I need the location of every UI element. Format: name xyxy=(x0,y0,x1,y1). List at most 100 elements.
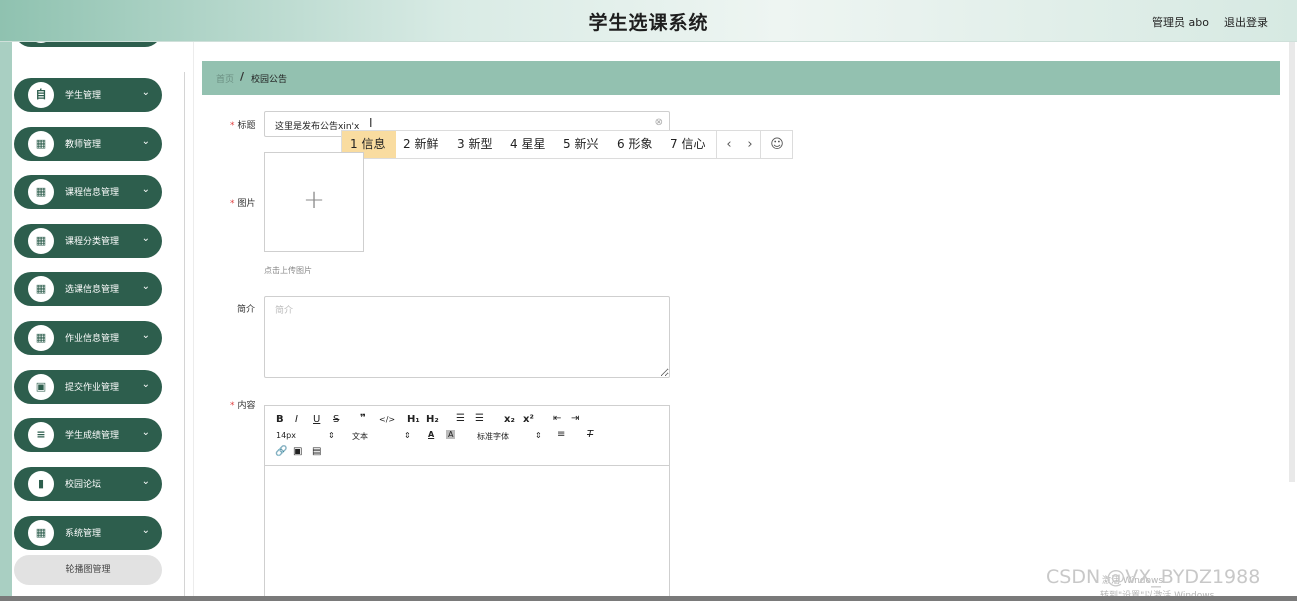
link-icon[interactable]: 🔗 xyxy=(275,446,287,457)
ime-candidate[interactable]: 5 新兴 xyxy=(563,131,598,158)
chevron-down-icon: ⌄ xyxy=(141,379,150,390)
bottom-bar xyxy=(0,596,1297,601)
content-label-text: 内容 xyxy=(237,401,256,411)
breadcrumb-current: 校园公告 xyxy=(251,75,288,85)
clear-icon[interactable]: ⊗ xyxy=(655,117,663,128)
underline-icon[interactable]: U xyxy=(313,414,320,425)
grid-icon: ▦ xyxy=(28,276,54,302)
plus-icon: + xyxy=(303,185,325,215)
font-family-chevron-icon[interactable]: ⇕ xyxy=(535,431,542,440)
chart-icon: ▣ xyxy=(28,374,54,400)
ime-prev-icon[interactable]: ‹ xyxy=(718,131,740,158)
sidebar-item[interactable]: ▦ 教师管理 ⌄ xyxy=(14,127,162,161)
sidebar-item-label: 校园论坛 xyxy=(65,480,102,490)
chevron-down-icon: ⌄ xyxy=(141,427,150,438)
font-size-chevron-icon[interactable]: ⇕ xyxy=(328,431,335,440)
editor-toolbar: B I U S ❞ </> H₁ H₂ ☰ ☰ x₂ x² ⇤ ⇥ 14px ⇕… xyxy=(265,406,669,466)
ime-next-icon[interactable]: › xyxy=(740,131,760,158)
text-type-chevron-icon[interactable]: ⇕ xyxy=(404,431,411,440)
sidebar-decor-strip xyxy=(0,42,12,601)
sidebar-subitem-carousel[interactable]: 轮播图管理 xyxy=(14,555,162,585)
bar-chart-icon: ▮ xyxy=(28,471,54,497)
user-icon: ● xyxy=(28,42,54,43)
clear-format-icon[interactable]: T xyxy=(587,429,593,440)
breadcrumb-home[interactable]: 首页 xyxy=(216,72,234,85)
editor-content-area[interactable] xyxy=(265,467,669,600)
required-mark: * xyxy=(230,199,235,209)
upload-hint: 点击上传图片 xyxy=(264,266,312,275)
breadcrumb-separator: / xyxy=(240,70,245,83)
chevron-down-icon: ⌄ xyxy=(141,281,150,292)
sidebar-item[interactable]: ▦ 课程信息管理 ⌄ xyxy=(14,175,162,209)
video-icon[interactable]: ▤ xyxy=(312,446,321,457)
chevron-down-icon: ⌄ xyxy=(141,476,150,487)
sidebar-item[interactable]: ▦ 课程分类管理 ⌄ xyxy=(14,224,162,258)
italic-icon[interactable]: I xyxy=(295,414,298,425)
image-upload-box[interactable]: + xyxy=(264,152,364,252)
chevron-down-icon: ⌄ xyxy=(141,184,150,195)
subscript-icon[interactable]: x₂ xyxy=(504,414,515,425)
sidebar-item-label: 课程分类管理 xyxy=(65,237,120,247)
content-divider xyxy=(193,42,194,601)
chevron-down-icon: ⌄ xyxy=(141,87,150,98)
quote-icon[interactable]: ❞ xyxy=(360,413,366,424)
ime-divider xyxy=(716,131,717,158)
heading2-icon[interactable]: H₂ xyxy=(426,414,439,425)
sidebar-scrollbar[interactable] xyxy=(184,72,185,601)
grid-icon: ▦ xyxy=(28,131,54,157)
ime-candidate[interactable]: 4 星星 xyxy=(510,131,545,158)
text-type-select[interactable]: 文本 xyxy=(352,431,368,442)
logout-link[interactable]: 退出登录 xyxy=(1224,14,1268,30)
strikethrough-icon[interactable]: S xyxy=(333,414,339,425)
ime-candidate[interactable]: 3 新型 xyxy=(457,131,492,158)
sidebar-item-label: 作业信息管理 xyxy=(65,334,120,344)
required-mark: * xyxy=(230,401,235,411)
bold-icon[interactable]: B xyxy=(276,414,284,425)
sidebar-item-label: 提交作业管理 xyxy=(65,383,120,393)
superscript-icon[interactable]: x² xyxy=(523,414,534,425)
image-label: * 图片 xyxy=(230,196,256,209)
top-header: 学生选课系统 管理员 abo 退出登录 xyxy=(0,0,1297,42)
ime-divider xyxy=(760,131,761,158)
intro-textarea[interactable] xyxy=(264,296,670,378)
ime-emoji-icon[interactable]: ☺ xyxy=(762,131,792,158)
sidebar-item-label: 学生管理 xyxy=(65,91,102,101)
text-cursor-icon: I xyxy=(369,116,373,130)
title-label-text: 标题 xyxy=(237,121,256,131)
system-title: 学生选课系统 xyxy=(588,12,709,34)
grid-icon: ▦ xyxy=(28,228,54,254)
page-scrollbar[interactable] xyxy=(1289,42,1295,482)
required-mark: * xyxy=(230,121,235,131)
chevron-down-icon: ⌄ xyxy=(141,525,150,536)
list-icon: ≡ xyxy=(28,422,54,448)
sidebar-item-label: 课程信息管理 xyxy=(65,188,120,198)
bullet-list-icon[interactable]: ☰ xyxy=(475,413,484,424)
sidebar-item[interactable]: ≡ 学生成绩管理 ⌄ xyxy=(14,418,162,452)
intro-label: 简介 xyxy=(237,305,256,315)
grid-icon: ▦ xyxy=(28,520,54,546)
sidebar-item[interactable]: ▮ 校园论坛 ⌄ xyxy=(14,467,162,501)
indent-icon[interactable]: ⇥ xyxy=(571,413,579,424)
font-size-select[interactable]: 14px xyxy=(276,431,296,440)
sidebar-item[interactable]: ▦ 作业信息管理 ⌄ xyxy=(14,321,162,355)
code-icon[interactable]: </> xyxy=(379,415,395,424)
sidebar: ●个人中心⌄ 自 学生管理 ⌄ ▦ 教师管理 ⌄ ▦ 课程信息管理 ⌄ ▦ 课程分类管理 ⌄ ▦ 选课信息管… xyxy=(0,42,185,601)
align-icon[interactable]: ≡ xyxy=(557,429,565,440)
ordered-list-icon[interactable]: ☰ xyxy=(456,413,465,424)
sidebar-item[interactable]: ●个人中心⌄ xyxy=(14,42,162,47)
sidebar-item-label: 教师管理 xyxy=(65,140,102,150)
image-icon[interactable]: ▣ xyxy=(293,446,302,457)
sidebar-item[interactable]: 自 学生管理 ⌄ xyxy=(14,78,162,112)
background-color-icon[interactable]: A xyxy=(446,430,456,439)
sidebar-item[interactable]: ▦ 选课信息管理 ⌄ xyxy=(14,272,162,306)
ime-candidate[interactable]: 7 信心 xyxy=(670,131,705,158)
sidebar-item[interactable]: ▦ 系统管理 ⌄ xyxy=(14,516,162,550)
ime-candidate[interactable]: 6 形象 xyxy=(617,131,652,158)
font-color-icon[interactable]: A xyxy=(428,430,434,439)
outdent-icon[interactable]: ⇤ xyxy=(553,413,561,424)
ime-candidate[interactable]: 2 新鲜 xyxy=(403,131,438,158)
book-icon: 自 xyxy=(28,82,54,108)
sidebar-item[interactable]: ▣ 提交作业管理 ⌄ xyxy=(14,370,162,404)
font-family-select[interactable]: 标准字体 xyxy=(477,431,509,442)
heading1-icon[interactable]: H₁ xyxy=(407,414,420,425)
